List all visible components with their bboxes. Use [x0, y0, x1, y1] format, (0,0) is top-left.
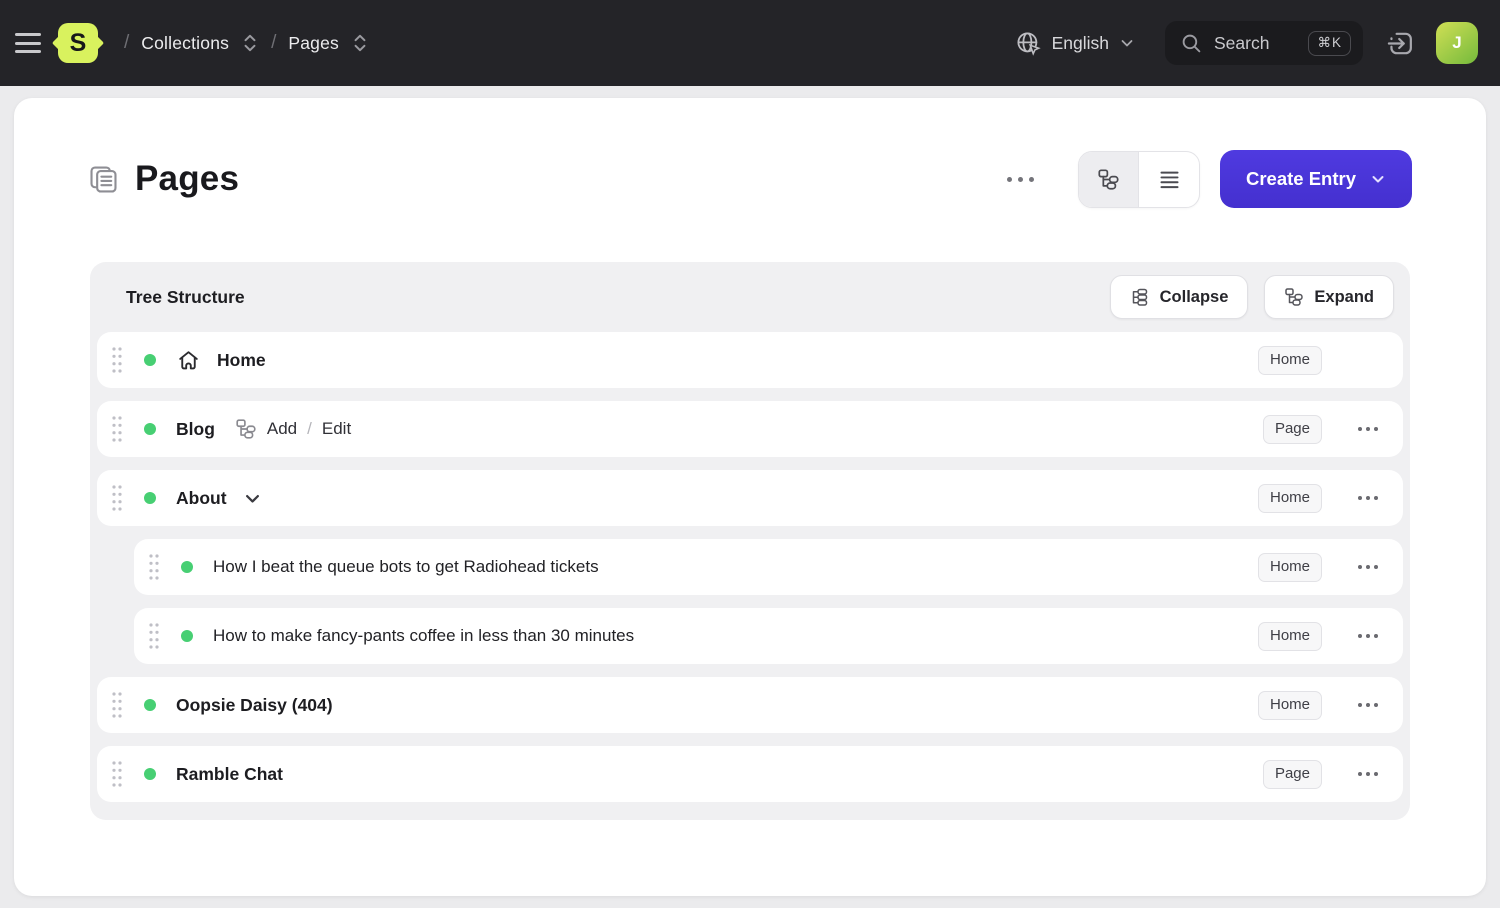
tree-row-about[interactable]: About Home: [97, 470, 1403, 526]
tree-row-ramble-chat[interactable]: Ramble Chat Page: [97, 746, 1403, 802]
published-status-dot: [144, 699, 156, 711]
published-status-dot: [144, 492, 156, 504]
content-type-badge: Home: [1258, 622, 1322, 651]
chevron-down-icon: [1370, 171, 1386, 187]
expand-label: Expand: [1314, 288, 1374, 307]
breadcrumb-separator: /: [124, 32, 129, 54]
tree-view-icon: [1097, 168, 1120, 191]
page-title: Pages: [135, 159, 239, 199]
content-type-badge: Home: [1258, 346, 1322, 375]
app-logo[interactable]: S: [58, 23, 98, 63]
view-toggle: [1078, 151, 1200, 208]
content-type-badge: Page: [1263, 760, 1322, 789]
add-link[interactable]: Add: [267, 419, 297, 439]
breadcrumb-pages[interactable]: Pages: [288, 33, 339, 54]
topbar: S / Collections / Pages English Search ⌘…: [0, 0, 1500, 86]
drag-handle-icon[interactable]: [110, 345, 124, 375]
tree-panel-title: Tree Structure: [126, 287, 245, 308]
globe-cursor-icon: [1015, 30, 1042, 57]
breadcrumb-separator: /: [271, 32, 276, 54]
entry-label: Blog: [176, 419, 215, 440]
avatar[interactable]: J: [1436, 22, 1478, 64]
create-entry-label: Create Entry: [1246, 168, 1356, 190]
chevron-down-icon: [1119, 35, 1135, 51]
tree-row-oopsie-daisy[interactable]: Oopsie Daisy (404) Home: [97, 677, 1403, 733]
list-view-toggle[interactable]: [1139, 152, 1199, 207]
content-type-badge: Home: [1258, 553, 1322, 582]
exit-editor-button[interactable]: [1385, 28, 1416, 59]
published-status-dot: [144, 354, 156, 366]
collapse-button[interactable]: Collapse: [1110, 275, 1249, 319]
subtree-icon: [235, 418, 257, 440]
entry-label: How I beat the queue bots to get Radiohe…: [213, 557, 599, 577]
row-options-menu-button[interactable]: [1356, 628, 1380, 644]
drag-handle-icon[interactable]: [110, 483, 124, 513]
collapse-children-chevron-icon[interactable]: [243, 489, 262, 508]
tree-row-blog[interactable]: Blog Add / Edit Page: [97, 401, 1403, 457]
breadcrumb-collections[interactable]: Collections: [141, 33, 229, 54]
entry-label: About: [176, 488, 227, 509]
breadcrumb: / Collections / Pages: [124, 32, 369, 54]
expand-tree-icon: [1284, 287, 1304, 307]
tree-row-radiohead-tickets[interactable]: How I beat the queue bots to get Radiohe…: [134, 539, 1403, 595]
expand-button[interactable]: Expand: [1264, 275, 1394, 319]
published-status-dot: [181, 561, 193, 573]
row-options-menu-button[interactable]: [1356, 490, 1380, 506]
add-edit-separator: /: [307, 419, 312, 439]
page-options-menu-button[interactable]: [999, 169, 1042, 190]
collapse-tree-icon: [1130, 287, 1150, 307]
collapse-label: Collapse: [1160, 288, 1229, 307]
tree-structure-panel: Tree Structure Collapse: [90, 262, 1410, 820]
search-input[interactable]: Search ⌘K: [1165, 21, 1363, 65]
exit-icon: [1385, 28, 1416, 59]
entry-label: Home: [217, 350, 266, 371]
drag-handle-icon[interactable]: [147, 552, 161, 582]
drag-handle-icon[interactable]: [110, 690, 124, 720]
list-view-icon: [1158, 168, 1181, 191]
search-shortcut-badge: ⌘K: [1308, 31, 1351, 56]
content-type-badge: Home: [1258, 691, 1322, 720]
row-options-menu-button[interactable]: [1356, 559, 1380, 575]
entry-label: Oopsie Daisy (404): [176, 695, 333, 716]
tree-panel-header: Tree Structure Collapse: [90, 262, 1410, 320]
row-options-menu-button[interactable]: [1356, 697, 1380, 713]
row-options-menu-button[interactable]: [1356, 766, 1380, 782]
tree-row-home[interactable]: Home Home: [97, 332, 1403, 388]
entry-label: Ramble Chat: [176, 764, 283, 785]
logo-letter: S: [70, 29, 87, 58]
published-status-dot: [181, 630, 193, 642]
tree-rows: Home Home Blog: [90, 320, 1410, 802]
published-status-dot: [144, 768, 156, 780]
tree-view-toggle[interactable]: [1079, 152, 1140, 207]
page-header: Pages Create Entry: [88, 150, 1412, 208]
create-entry-button[interactable]: Create Entry: [1220, 150, 1412, 208]
row-options-menu-button[interactable]: [1356, 421, 1380, 437]
collections-switcher-icon[interactable]: [241, 33, 259, 53]
drag-handle-icon[interactable]: [147, 621, 161, 651]
edit-link[interactable]: Edit: [322, 419, 351, 439]
avatar-initial: J: [1452, 33, 1461, 53]
published-status-dot: [144, 423, 156, 435]
add-edit-actions: Add / Edit: [235, 418, 351, 440]
main-content-card: Pages Create Entry: [14, 98, 1486, 896]
drag-handle-icon[interactable]: [110, 759, 124, 789]
entry-label: How to make fancy-pants coffee in less t…: [213, 626, 634, 646]
pages-icon: [88, 164, 119, 195]
content-type-badge: Page: [1263, 415, 1322, 444]
search-label: Search: [1214, 33, 1269, 54]
home-icon: [176, 348, 201, 373]
tree-row-fancy-pants-coffee[interactable]: How to make fancy-pants coffee in less t…: [134, 608, 1403, 664]
language-selector[interactable]: English: [1015, 30, 1135, 57]
pages-switcher-icon[interactable]: [351, 33, 369, 53]
menu-icon[interactable]: [15, 33, 41, 53]
search-icon: [1181, 33, 1202, 54]
drag-handle-icon[interactable]: [110, 414, 124, 444]
language-label: English: [1052, 33, 1109, 54]
content-type-badge: Home: [1258, 484, 1322, 513]
